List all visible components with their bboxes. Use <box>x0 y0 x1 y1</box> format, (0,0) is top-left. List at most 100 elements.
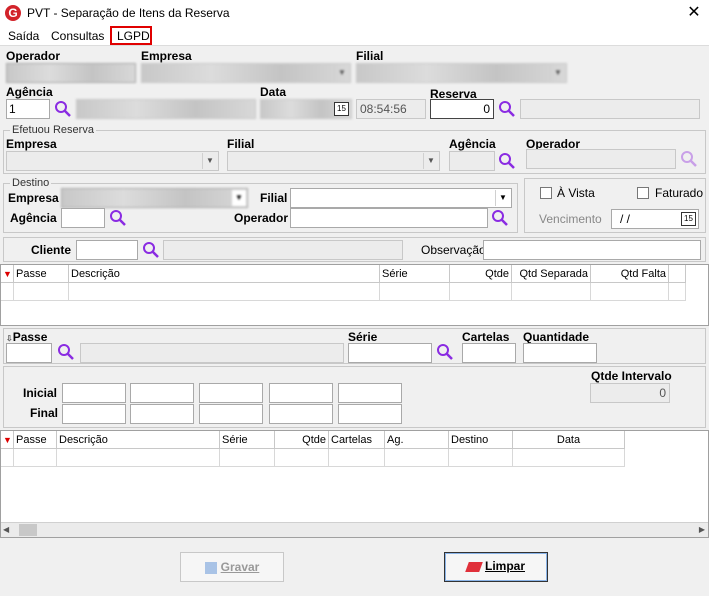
observacao-input[interactable] <box>483 240 701 260</box>
inicial-input-3[interactable] <box>199 383 263 403</box>
cliente-input[interactable] <box>76 240 138 260</box>
filial-select[interactable]: ▼ <box>356 63 567 83</box>
table-row <box>1 449 14 467</box>
menu-consultas[interactable]: Consultas <box>51 29 104 43</box>
grid1-col-serie[interactable]: Série <box>380 265 450 283</box>
limpar-button[interactable]: Limpar <box>444 552 548 582</box>
hora-input: 08:54:56 <box>356 99 426 119</box>
inicial-input-5[interactable] <box>338 383 402 403</box>
a-vista-checkbox[interactable] <box>540 187 552 199</box>
empresa-select[interactable]: ▼ <box>141 63 351 83</box>
table-cell[interactable] <box>14 449 57 467</box>
final-input-1[interactable] <box>62 404 126 424</box>
search-icon[interactable] <box>436 343 454 361</box>
table-cell[interactable] <box>14 283 69 301</box>
table-cell[interactable] <box>329 449 385 467</box>
search-icon[interactable] <box>109 209 127 227</box>
destino-operador-input[interactable] <box>290 208 488 228</box>
a-vista-label: À Vista <box>557 186 595 200</box>
grid1-col-passe[interactable]: Passe <box>14 265 69 283</box>
destino-filial-select[interactable]: ▼ <box>290 188 512 208</box>
search-icon[interactable] <box>498 152 516 170</box>
grid1-col-qtd-separada[interactable]: Qtd Separada <box>512 265 591 283</box>
efetuou-agencia-input <box>449 151 495 171</box>
agencia-label: Agência <box>6 85 53 99</box>
inicial-input-2[interactable] <box>130 383 194 403</box>
final-input-5[interactable] <box>338 404 402 424</box>
search-icon[interactable] <box>491 209 509 227</box>
menu-saida[interactable]: Saída <box>8 29 39 43</box>
table-cell[interactable] <box>385 449 449 467</box>
grid1-col-qtd-falta[interactable]: Qtd Falta <box>591 265 669 283</box>
gravar-button[interactable]: Gravar <box>180 552 284 582</box>
scroll-left-icon[interactable]: ◀ <box>3 525 9 534</box>
reserva-input[interactable]: 0 <box>430 99 494 119</box>
table-cell[interactable] <box>57 449 220 467</box>
efetuou-agencia-label: Agência <box>449 137 496 151</box>
inicial-input-4[interactable] <box>269 383 333 403</box>
table-cell[interactable] <box>220 449 275 467</box>
grid2-col-qtde[interactable]: Qtde <box>275 431 329 449</box>
chevron-down-icon: ▼ <box>495 190 510 206</box>
data-label: Data <box>260 85 287 99</box>
chevron-down-icon: ▼ <box>550 65 565 81</box>
serie-input[interactable] <box>348 343 432 363</box>
scroll-right-icon[interactable]: ▶ <box>699 525 705 534</box>
sort-indicator-icon: ▼ <box>1 265 14 283</box>
destino-agencia-input[interactable] <box>61 208 105 228</box>
calendar-icon[interactable]: 15 <box>681 212 696 226</box>
final-input-3[interactable] <box>199 404 263 424</box>
table-cell[interactable] <box>591 283 669 301</box>
quantidade-input[interactable] <box>523 343 597 363</box>
operador-input[interactable] <box>6 63 136 83</box>
itens-separados-grid[interactable]: ▼ Passe Descrição Série Qtde Cartelas Ag… <box>0 430 709 538</box>
grid2-col-passe[interactable]: Passe <box>14 431 57 449</box>
grid2-col-destino[interactable]: Destino <box>449 431 513 449</box>
itens-reserva-grid[interactable]: ▼ Passe Descrição Série Qtde Qtd Separad… <box>0 264 709 326</box>
table-cell[interactable] <box>69 283 380 301</box>
search-icon[interactable] <box>54 100 72 118</box>
inicial-label: Inicial <box>23 386 58 400</box>
cartelas-input[interactable] <box>462 343 516 363</box>
destino-filial-label: Filial <box>260 191 288 205</box>
horizontal-scrollbar[interactable]: ◀ ▶ <box>1 522 708 537</box>
faturado-label: Faturado <box>655 186 704 200</box>
efetuou-reserva-legend: Efetuou Reserva <box>10 124 96 136</box>
destino-empresa-label: Empresa <box>8 191 59 205</box>
calendar-icon[interactable]: 15 <box>334 102 349 116</box>
grid2-col-data[interactable]: Data <box>513 431 625 449</box>
table-cell[interactable] <box>380 283 450 301</box>
search-icon[interactable] <box>142 241 160 259</box>
serie-label: Série <box>348 330 378 344</box>
efetuou-filial-select: ▼ <box>227 151 440 171</box>
inicial-input-1[interactable] <box>62 383 126 403</box>
cliente-label: Cliente <box>31 243 72 257</box>
table-cell[interactable] <box>449 449 513 467</box>
faturado-checkbox[interactable] <box>637 187 649 199</box>
scrollbar-thumb[interactable] <box>19 524 37 536</box>
grid1-col-qtde[interactable]: Qtde <box>450 265 512 283</box>
grid2-col-descricao[interactable]: Descrição <box>57 431 220 449</box>
table-cell[interactable] <box>275 449 329 467</box>
grid1-col-descricao[interactable]: Descrição <box>69 265 380 283</box>
destino-empresa-select[interactable]: ▼ <box>61 188 248 208</box>
final-input-4[interactable] <box>269 404 333 424</box>
grid2-col-ag[interactable]: Ag. <box>385 431 449 449</box>
efetuou-filial-label: Filial <box>227 137 255 151</box>
close-icon[interactable]: ✕ <box>684 3 704 23</box>
search-icon[interactable] <box>57 343 75 361</box>
grid2-col-serie[interactable]: Série <box>220 431 275 449</box>
grid2-col-cartelas[interactable]: Cartelas <box>329 431 385 449</box>
menu-lgpd[interactable]: LGPD <box>117 29 150 43</box>
table-cell[interactable] <box>512 283 591 301</box>
table-cell[interactable] <box>513 449 625 467</box>
table-cell[interactable] <box>450 283 512 301</box>
search-icon[interactable] <box>498 100 516 118</box>
efetuou-empresa-select: ▼ <box>6 151 219 171</box>
final-input-2[interactable] <box>130 404 194 424</box>
eraser-icon <box>465 561 483 572</box>
search-icon <box>681 151 697 167</box>
passe-input[interactable] <box>6 343 52 363</box>
empresa-label: Empresa <box>141 49 192 63</box>
agencia-input[interactable]: 1 <box>6 99 50 119</box>
